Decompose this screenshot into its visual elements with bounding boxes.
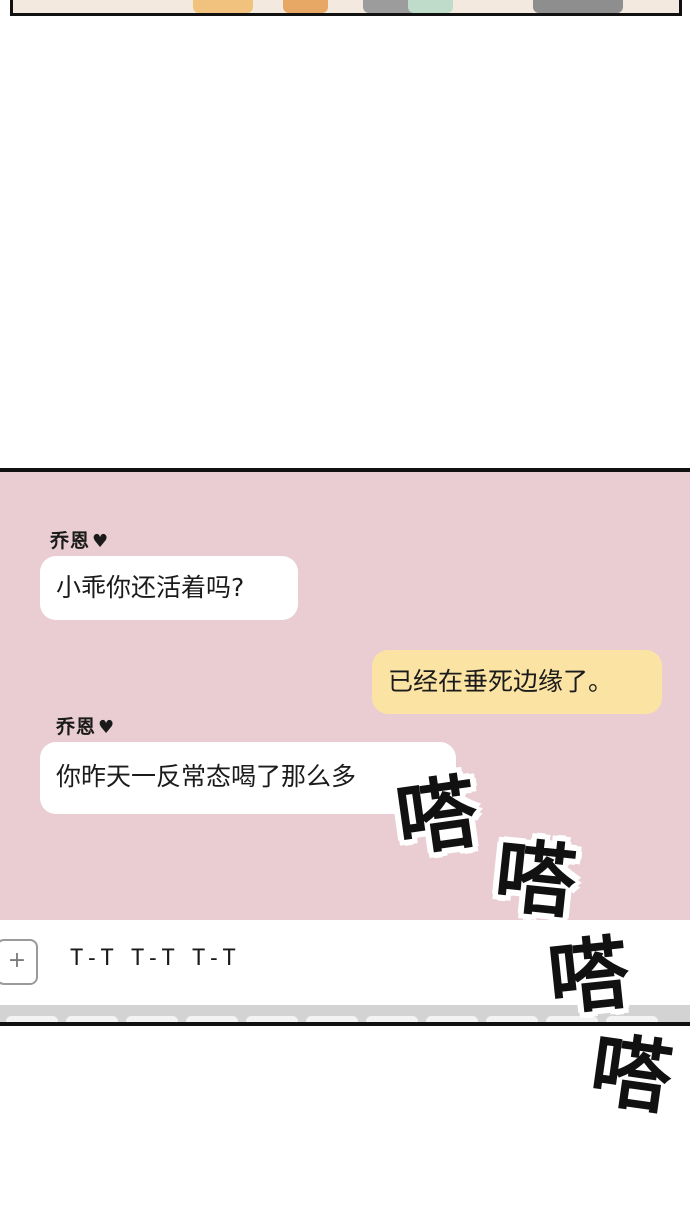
sound-effect-text: 嗒 bbox=[585, 1022, 678, 1127]
chat-bubble-outgoing: 已经在垂死边缘了。 bbox=[372, 650, 662, 714]
message-input[interactable]: T-T T-T T-T bbox=[70, 946, 238, 971]
heart-icon: ♥ bbox=[92, 531, 110, 552]
heart-icon: ♥ bbox=[98, 717, 116, 738]
sender-name: 乔恩 ♥ bbox=[50, 530, 110, 552]
sender-name: 乔恩 ♥ bbox=[56, 716, 116, 738]
plus-icon: + bbox=[7, 948, 27, 973]
add-attachment-button[interactable]: + bbox=[0, 939, 38, 985]
panel-illustration bbox=[283, 0, 328, 13]
panel-illustration bbox=[408, 0, 453, 13]
panel-illustration bbox=[533, 0, 623, 13]
keyboard-key[interactable] bbox=[306, 1016, 358, 1022]
keyboard-key[interactable] bbox=[66, 1016, 118, 1022]
keyboard-key[interactable] bbox=[126, 1016, 178, 1022]
keyboard-key[interactable] bbox=[366, 1016, 418, 1022]
sound-effect-text: 嗒 bbox=[390, 764, 483, 869]
top-comic-panel bbox=[10, 0, 682, 16]
keyboard-key[interactable] bbox=[426, 1016, 478, 1022]
keyboard-key[interactable] bbox=[6, 1016, 58, 1022]
panel-illustration bbox=[193, 0, 253, 13]
keyboard-key[interactable] bbox=[486, 1016, 538, 1022]
chat-bubble-incoming: 小乖你还活着吗? bbox=[40, 556, 298, 620]
keyboard-key[interactable] bbox=[186, 1016, 238, 1022]
keyboard-key[interactable] bbox=[246, 1016, 298, 1022]
